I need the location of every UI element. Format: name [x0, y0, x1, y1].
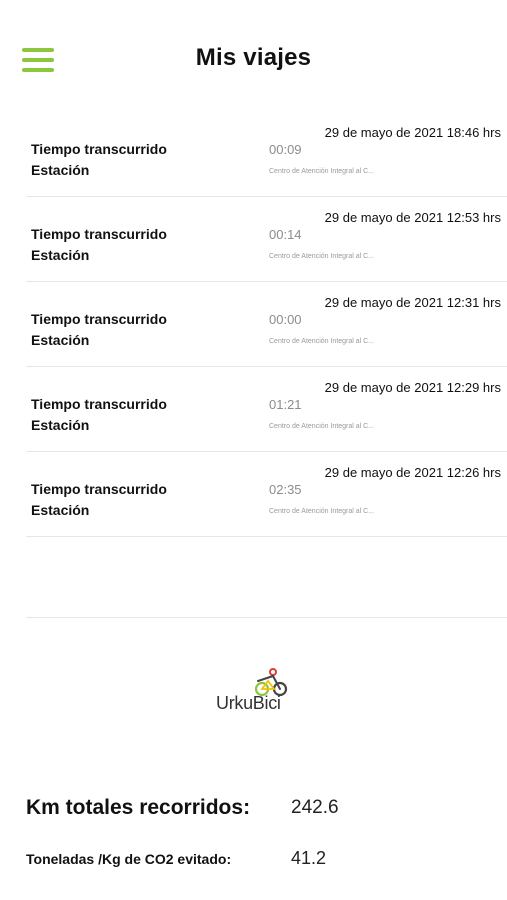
station-label: Estación	[31, 247, 90, 263]
station-value: Centro de Atención Integral al C...	[269, 168, 375, 175]
urkubici-logo: UrkuBici	[212, 665, 302, 715]
trip-item[interactable]: 29 de mayo de 2021 12:26 hrs Tiempo tran…	[26, 452, 507, 537]
trip-date: 29 de mayo de 2021 18:46 hrs	[324, 125, 501, 140]
station-label: Estación	[31, 332, 90, 348]
co2-avoided-label: Toneladas /Kg de CO2 evitado:	[26, 851, 232, 867]
total-km-value: 242.6	[291, 797, 339, 818]
page-title: Mis viajes	[195, 44, 312, 71]
trip-item[interactable]: 29 de mayo de 2021 18:46 hrs Tiempo tran…	[26, 112, 507, 197]
elapsed-time-label: Tiempo transcurrido	[31, 481, 167, 497]
station-value: Centro de Atención Integral al C...	[269, 423, 375, 430]
trip-date: 29 de mayo de 2021 12:26 hrs	[324, 465, 501, 480]
station-value: Centro de Atención Integral al C...	[269, 253, 375, 260]
station-label: Estación	[31, 162, 90, 178]
station-label: Estación	[31, 417, 90, 433]
elapsed-time-value: 02:35	[269, 482, 302, 497]
app-header: Mis viajes	[0, 0, 507, 110]
trip-date: 29 de mayo de 2021 12:53 hrs	[324, 210, 501, 225]
total-km-label: Km totales recorridos:	[26, 796, 251, 819]
trip-item[interactable]: 29 de mayo de 2021 12:53 hrs Tiempo tran…	[26, 197, 507, 282]
section-divider	[26, 617, 507, 618]
elapsed-time-value: 00:14	[269, 227, 302, 242]
trip-item[interactable]: 29 de mayo de 2021 12:31 hrs Tiempo tran…	[26, 282, 507, 367]
elapsed-time-label: Tiempo transcurrido	[31, 226, 167, 242]
station-value: Centro de Atención Integral al C...	[269, 338, 375, 345]
trip-date: 29 de mayo de 2021 12:29 hrs	[324, 380, 501, 395]
elapsed-time-label: Tiempo transcurrido	[31, 141, 167, 157]
elapsed-time-value: 01:21	[269, 397, 302, 412]
trip-item[interactable]: 29 de mayo de 2021 12:29 hrs Tiempo tran…	[26, 367, 507, 452]
elapsed-time-label: Tiempo transcurrido	[31, 396, 167, 412]
station-label: Estación	[31, 502, 90, 518]
elapsed-time-value: 00:00	[269, 312, 302, 327]
station-value: Centro de Atención Integral al C...	[269, 508, 375, 515]
elapsed-time-value: 00:09	[269, 142, 302, 157]
trip-date: 29 de mayo de 2021 12:31 hrs	[324, 295, 501, 310]
elapsed-time-label: Tiempo transcurrido	[31, 311, 167, 327]
logo-text: UrkuBici	[216, 693, 281, 713]
co2-avoided-value: 41.2	[291, 848, 327, 868]
trips-list: 29 de mayo de 2021 18:46 hrs Tiempo tran…	[26, 112, 507, 537]
